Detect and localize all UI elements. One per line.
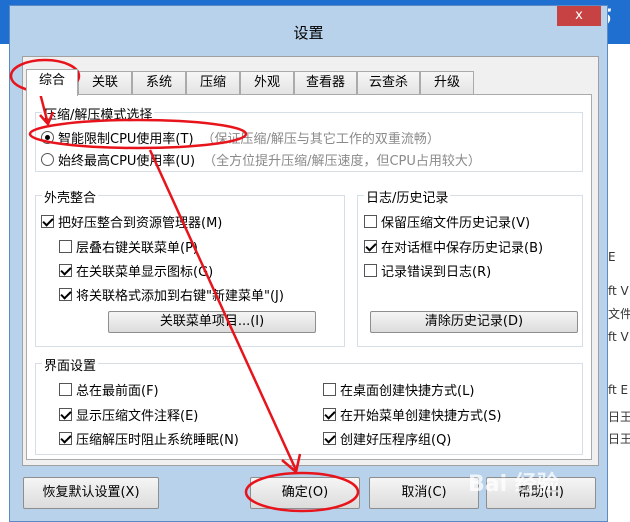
checkbox-integrate-explorer[interactable]: 把好压整合到资源管理器(M) xyxy=(41,212,222,231)
checkbox[interactable] xyxy=(323,408,336,421)
checkbox-desktop-shortcut[interactable]: 在桌面创建快捷方式(L) xyxy=(323,380,474,399)
background-window-content xyxy=(608,44,630,522)
checkbox[interactable] xyxy=(59,288,72,301)
compress-mode-legend: 压缩/解压模式选择 xyxy=(42,104,155,123)
compress-mode-group: 压缩/解压模式选择 智能限制CPU使用率(T) （保证压缩/解压与其它工作的双重… xyxy=(35,104,583,172)
tab-general[interactable]: 综合 xyxy=(26,69,78,96)
tab-cloud-scan[interactable]: 云查杀 xyxy=(357,71,420,95)
dialog-titlebar[interactable]: 设置 x xyxy=(10,6,607,56)
tab-upgrade[interactable]: 升级 xyxy=(420,71,474,95)
shell-integration-legend: 外壳整合 xyxy=(42,187,99,206)
checkbox-label: 将关联格式添加到右键"新建菜单"(J) xyxy=(76,289,284,304)
history-legend: 日志/历史记录 xyxy=(364,187,451,206)
general-tab-panel: 压缩/解压模式选择 智能限制CPU使用率(T) （保证压缩/解压与其它工作的双重… xyxy=(26,94,592,460)
checkbox[interactable] xyxy=(59,408,72,421)
tab-system[interactable]: 系统 xyxy=(132,71,186,95)
checkbox-label: 显示压缩文件注释(E) xyxy=(76,409,199,424)
checkbox-label: 保留压缩文件历史记录(V) xyxy=(381,216,531,231)
checkbox-new-menu[interactable]: 将关联格式添加到右键"新建菜单"(J) xyxy=(59,285,284,304)
radio-label: 智能限制CPU使用率(T) xyxy=(58,132,194,147)
checkbox[interactable] xyxy=(59,240,72,253)
checkbox[interactable] xyxy=(41,215,54,228)
checkbox-show-comment[interactable]: 显示压缩文件注释(E) xyxy=(59,405,198,424)
checkbox-label: 压缩解压时阻止系统睡眠(N) xyxy=(76,433,239,448)
radio-hint: （全方位提升压缩/解压速度，但CPU占用较大） xyxy=(203,154,481,169)
radio-button[interactable] xyxy=(41,153,54,166)
checkbox[interactable] xyxy=(323,383,336,396)
checkbox-always-on-top[interactable]: 总在最前面(F) xyxy=(59,380,159,399)
checkbox[interactable] xyxy=(59,432,72,445)
dialog-title: 设置 xyxy=(293,24,324,42)
interface-settings-legend: 界面设置 xyxy=(42,355,99,374)
tab-association[interactable]: 关联 xyxy=(78,71,132,95)
history-group: 日志/历史记录 保留压缩文件历史记录(V) 在对话框中保存历史记录(B) 记录错… xyxy=(357,187,583,347)
watermark: Bai 经验 xyxy=(468,472,559,497)
radio-max-cpu[interactable]: 始终最高CPU使用率(U) （全方位提升压缩/解压速度，但CPU占用较大） xyxy=(41,150,481,169)
radio-label: 始终最高CPU使用率(U) xyxy=(58,154,196,169)
background-text: ft E xyxy=(608,383,629,397)
tab-compress[interactable]: 压缩 xyxy=(186,71,240,95)
background-text: ft V xyxy=(608,284,629,298)
checkbox-show-icons[interactable]: 在关联菜单显示图标(G) xyxy=(59,261,213,280)
checkbox-label: 在关联菜单显示图标(G) xyxy=(76,265,214,280)
cancel-button[interactable]: 取消(C) xyxy=(369,477,479,509)
tab-appearance[interactable]: 外观 xyxy=(240,71,294,95)
settings-dialog: 设置 x 综合 关联 系统 压缩 外观 查看器 云查杀 升级 压缩/解压模式选择… xyxy=(9,5,608,522)
checkbox-label: 创建好压程序组(Q) xyxy=(340,433,452,448)
checkbox-prevent-sleep[interactable]: 压缩解压时阻止系统睡眠(N) xyxy=(59,429,239,448)
checkbox[interactable] xyxy=(59,264,72,277)
checkbox[interactable] xyxy=(59,383,72,396)
checkbox-cascade-menu[interactable]: 层叠右键关联菜单(P) xyxy=(59,237,198,256)
restore-defaults-button[interactable]: 恢复默认设置(X) xyxy=(23,477,159,509)
context-menu-items-button[interactable]: 关联菜单项目...(I) xyxy=(108,311,316,333)
checkbox-label: 在对话框中保存历史记录(B) xyxy=(381,241,544,256)
close-icon: x xyxy=(575,8,583,23)
checkbox-error-log[interactable]: 记录错误到日志(R) xyxy=(364,261,491,280)
shell-integration-group: 外壳整合 把好压整合到资源管理器(M) 层叠右键关联菜单(P) 在关联菜单显示图… xyxy=(35,187,345,347)
checkbox-keep-history[interactable]: 保留压缩文件历史记录(V) xyxy=(364,212,530,231)
close-button[interactable]: x xyxy=(557,6,601,26)
radio-smart-cpu[interactable]: 智能限制CPU使用率(T) （保证压缩/解压与其它工作的双重流畅） xyxy=(41,128,440,147)
settings-body: 综合 关联 系统 压缩 外观 查看器 云查杀 升级 压缩/解压模式选择 智能限制… xyxy=(22,56,599,466)
clear-history-button[interactable]: 清除历史记录(D) xyxy=(370,311,578,333)
background-text: E xyxy=(608,250,616,264)
checkbox[interactable] xyxy=(364,240,377,253)
interface-settings-group: 界面设置 总在最前面(F) 显示压缩文件注释(E) 压缩解压时阻止系统睡眠(N)… xyxy=(35,355,583,455)
checkbox-label: 把好压整合到资源管理器(M) xyxy=(58,216,223,231)
tab-viewer[interactable]: 查看器 xyxy=(294,71,357,95)
background-text: 日王 xyxy=(608,410,630,424)
checkbox-label: 在开始菜单创建快捷方式(S) xyxy=(340,409,502,424)
checkbox-label: 记录错误到日志(R) xyxy=(381,265,492,280)
checkbox[interactable] xyxy=(323,432,336,445)
checkbox[interactable] xyxy=(364,215,377,228)
background-text: ft V xyxy=(608,330,629,344)
radio-button[interactable] xyxy=(41,131,54,144)
checkbox[interactable] xyxy=(364,264,377,277)
checkbox-label: 总在最前面(F) xyxy=(76,384,159,399)
background-text: 日王 xyxy=(608,432,630,446)
checkbox-program-group[interactable]: 创建好压程序组(Q) xyxy=(323,429,451,448)
checkbox-label: 层叠右键关联菜单(P) xyxy=(76,241,198,256)
background-text: 文件 xyxy=(608,307,630,321)
checkbox-start-menu-shortcut[interactable]: 在开始菜单创建快捷方式(S) xyxy=(323,405,501,424)
checkbox-label: 在桌面创建快捷方式(L) xyxy=(340,384,475,399)
checkbox-dialog-history[interactable]: 在对话框中保存历史记录(B) xyxy=(364,237,543,256)
ok-button[interactable]: 确定(O) xyxy=(250,477,360,509)
radio-hint: （保证压缩/解压与其它工作的双重流畅） xyxy=(201,132,440,147)
